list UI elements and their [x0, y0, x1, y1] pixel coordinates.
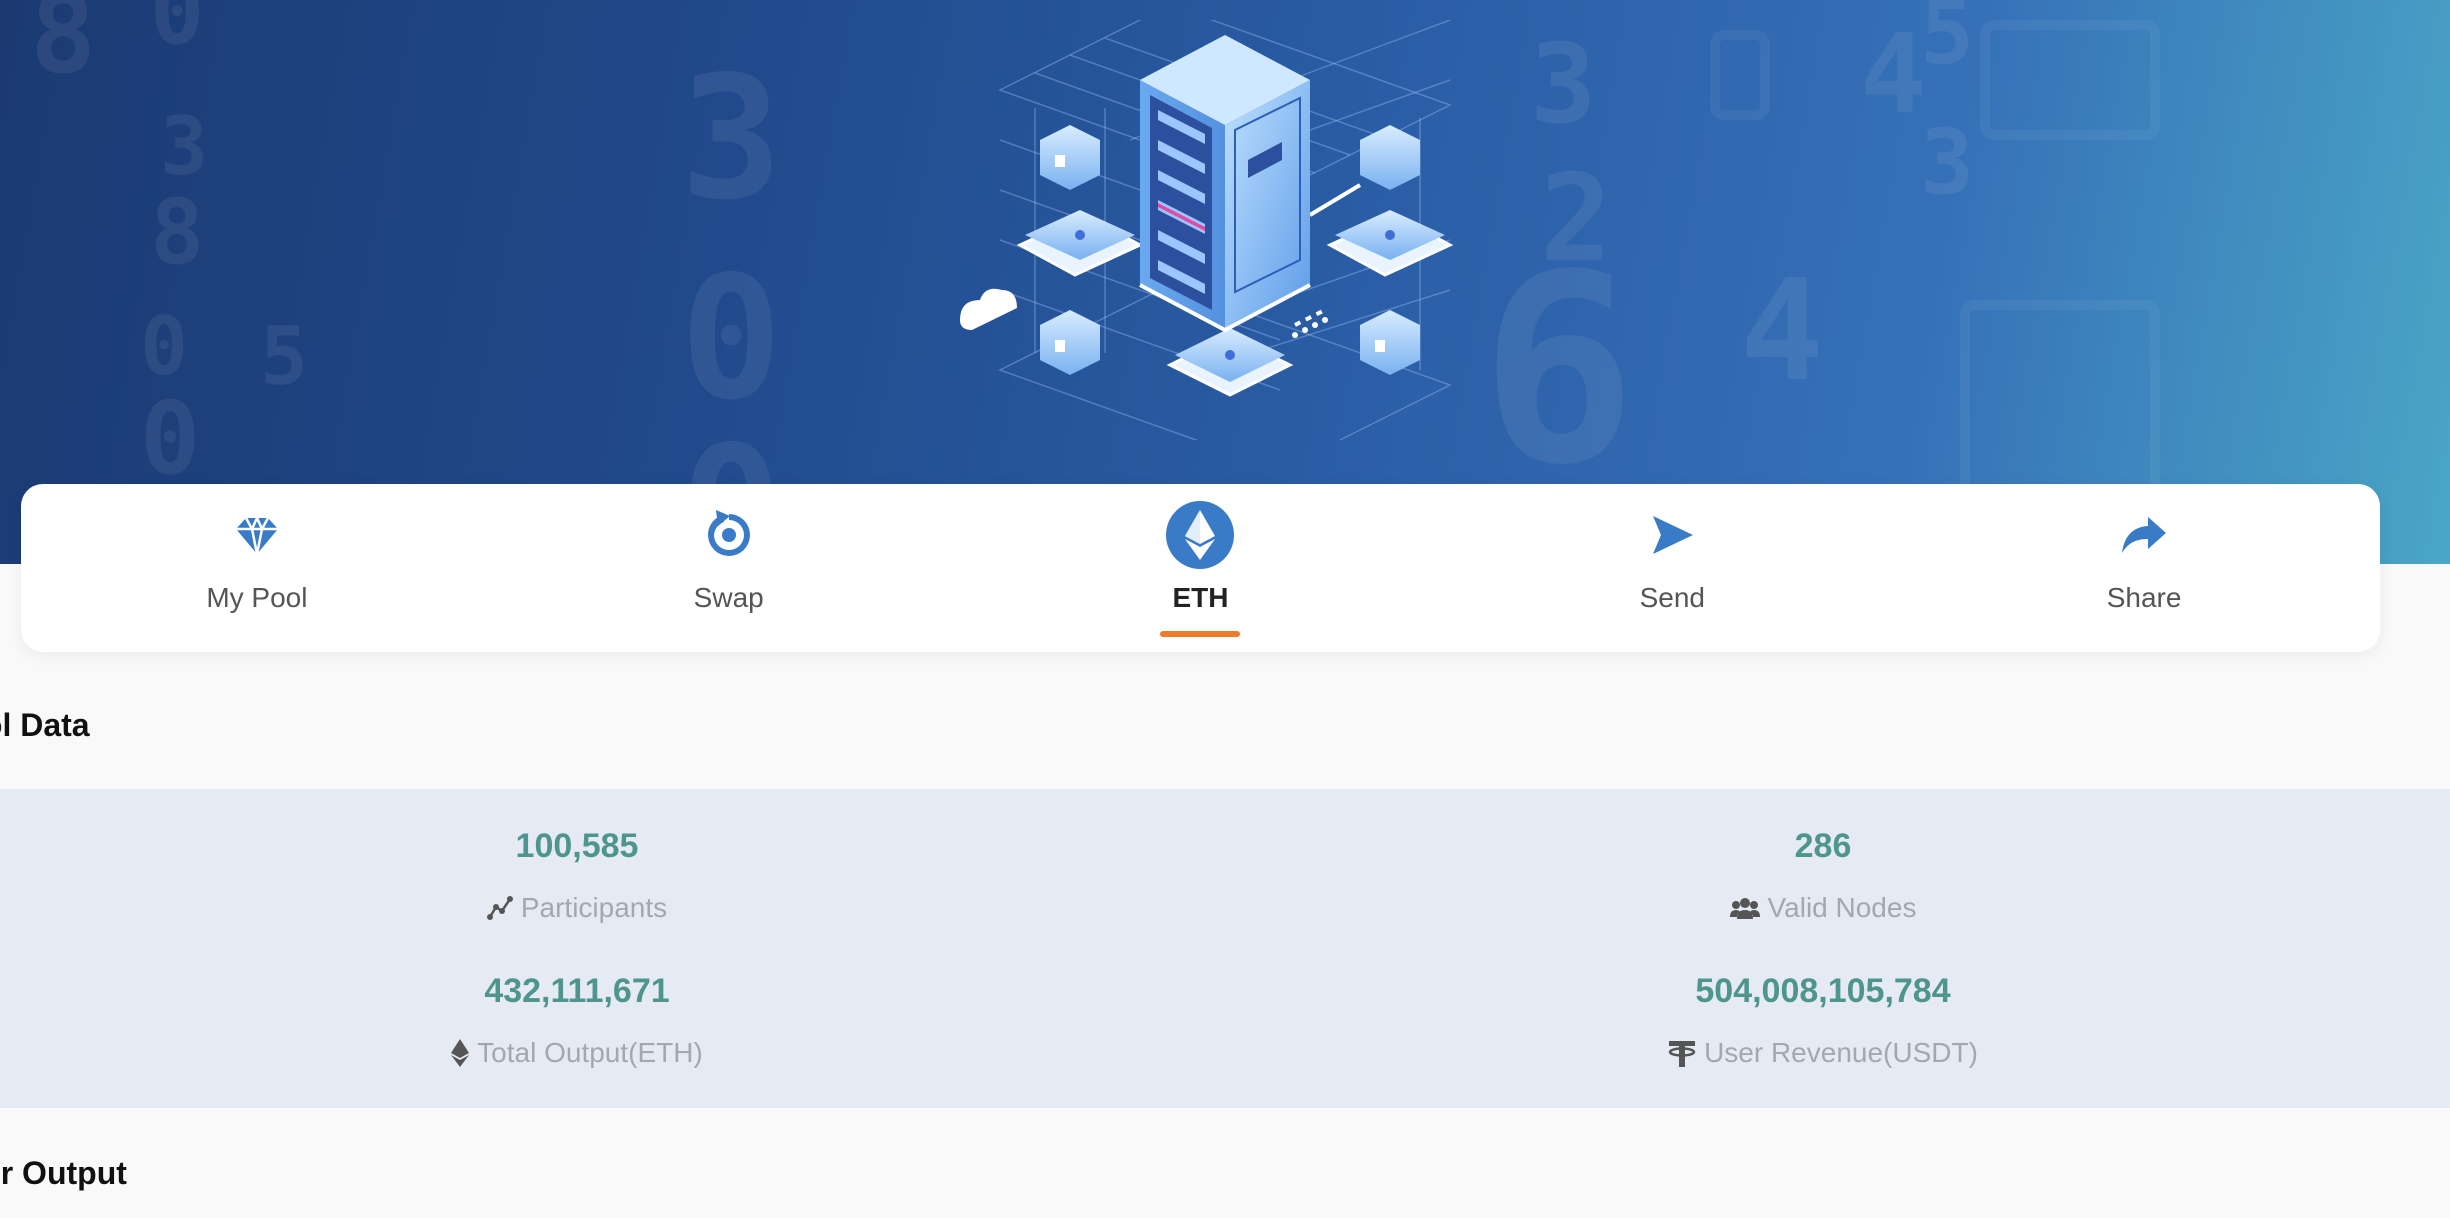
ethereum-small-icon [451, 1039, 470, 1067]
stat-user-revenue: 504,008,105,784 User Revenue(USDT) [1423, 972, 2223, 1069]
chart-line-icon [486, 896, 513, 920]
hero-banner: 8 0 3 8 0 0 5 3 0 0 3 2 6 4 4 5 3 [0, 0, 2450, 564]
send-icon [1637, 500, 1707, 570]
active-tab-indicator [1160, 631, 1241, 637]
tab-nav: My Pool Swap ETH Send Share [21, 484, 2380, 652]
stat-label: Total Output(ETH) [477, 1037, 703, 1068]
tab-label: Swap [693, 582, 764, 613]
stat-participants: 100,585 Participants [177, 827, 977, 924]
pool-data-heading: Pool Data [0, 707, 90, 743]
tab-send[interactable]: Send [1436, 484, 1908, 652]
tab-label: Send [1639, 582, 1705, 613]
stat-label: Participants [520, 892, 668, 923]
stat-valid-nodes: 286 Valid Nodes [1423, 827, 2223, 924]
stat-value: 286 [1794, 827, 1852, 865]
user-output-heading: User Output [0, 1155, 127, 1191]
pool-stats-panel: 100,585 Participants 286 Valid Nodes 432… [0, 789, 2450, 1108]
users-icon [1729, 898, 1760, 919]
ethereum-icon [1165, 500, 1235, 570]
tab-label: Share [2106, 582, 2182, 613]
page: 8 0 3 8 0 0 5 3 0 0 3 2 6 4 4 5 3 [0, 0, 2450, 1218]
share-icon [2109, 500, 2179, 570]
stat-value: 504,008,105,784 [1695, 972, 1951, 1010]
tab-eth[interactable]: ETH [965, 484, 1437, 652]
tab-label: ETH [1172, 582, 1229, 613]
stat-total-output: 432,111,671 Total Output(ETH) [177, 972, 977, 1069]
stat-label: User Revenue(USDT) [1704, 1037, 1978, 1068]
tab-share[interactable]: Share [1908, 484, 2380, 652]
tab-label: My Pool [206, 582, 308, 613]
refresh-icon [694, 500, 764, 570]
stat-value: 432,111,671 [484, 972, 670, 1010]
diamond-icon [222, 500, 292, 570]
tether-icon [1668, 1041, 1696, 1067]
tab-swap[interactable]: Swap [493, 484, 965, 652]
stat-value: 100,585 [515, 827, 639, 865]
stat-label: Valid Nodes [1767, 892, 1917, 923]
server-network-illustration [960, 20, 1454, 440]
tab-my-pool[interactable]: My Pool [21, 484, 493, 652]
